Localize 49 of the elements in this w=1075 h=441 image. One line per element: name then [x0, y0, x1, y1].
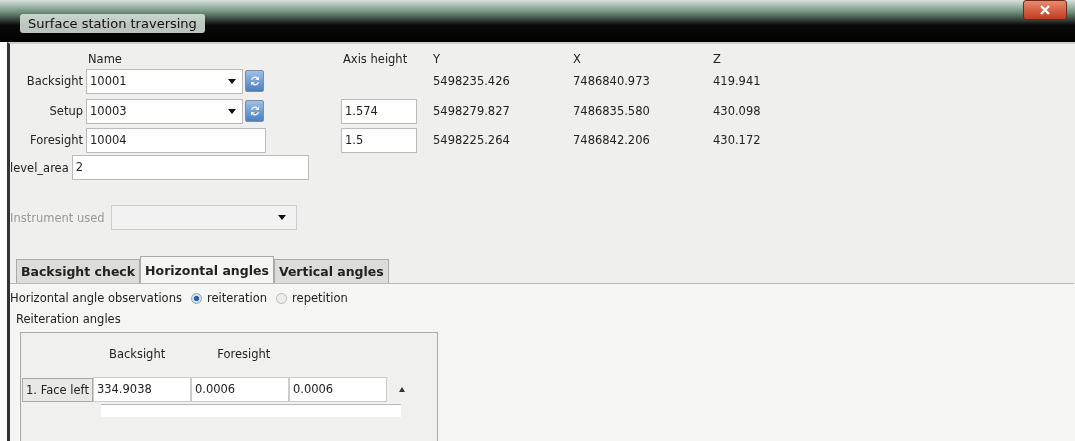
coordinate-value: 7486835.580 [572, 104, 651, 118]
name-combo[interactable]: 10001 [86, 68, 243, 94]
dropdown-icon [228, 108, 236, 114]
radio-button[interactable]: reiteration [190, 291, 268, 305]
column-header: X [572, 52, 582, 66]
dropdown-icon [277, 215, 286, 220]
coordinate-value: 5498279.827 [432, 104, 511, 118]
refresh-icon [248, 75, 261, 87]
axis-height-field[interactable]: 1.5 [341, 127, 417, 153]
field-label: Horizontal angle observations [10, 291, 182, 305]
dropdown-icon [228, 78, 236, 84]
coordinate-value: 430.172 [712, 133, 762, 147]
angle-cell[interactable]: 334.9038 [92, 377, 191, 402]
column-header: Name [87, 52, 123, 66]
scroll-up-icon [398, 387, 405, 392]
refresh-icon [248, 105, 261, 117]
column-header: Y [432, 52, 442, 66]
tab[interactable]: Vertical angles [273, 259, 389, 283]
radio-button[interactable]: repetition [276, 291, 348, 305]
field-label: Instrument used [10, 210, 105, 225]
close-button[interactable] [1023, 0, 1067, 20]
column-header: Axis height [342, 52, 409, 66]
angle-cell[interactable]: 0.0006 [190, 377, 289, 402]
name-field[interactable]: 10004 [86, 127, 266, 153]
field-label: level_area [10, 160, 69, 175]
coordinate-value: 7486840.973 [572, 74, 651, 88]
coordinate-value: 419.941 [712, 74, 762, 88]
field-label: Foresight [28, 133, 84, 147]
coordinate-value: 5498225.264 [432, 133, 511, 147]
column-header: Backsight [109, 347, 166, 363]
tab[interactable]: Horizontal angles [140, 256, 274, 283]
coordinate-value: 7486842.206 [572, 133, 651, 147]
level-area-field[interactable]: 2 [71, 155, 309, 180]
coordinate-value: 430.098 [712, 104, 762, 118]
axis-height-field[interactable]: 1.574 [341, 98, 417, 124]
section-title: Reiteration angles [15, 311, 122, 328]
column-header: Z [712, 52, 722, 66]
column-header: Foresight [217, 347, 271, 363]
refresh-button[interactable] [245, 100, 264, 122]
field-label: Setup [48, 104, 84, 118]
close-icon [1039, 5, 1051, 15]
angle-cell[interactable]: 0.0006 [288, 377, 387, 402]
tab[interactable]: Backsight check [16, 259, 141, 283]
coordinate-value: 5498235.426 [432, 74, 511, 88]
row-header[interactable]: 1. Face left [22, 377, 93, 402]
name-combo[interactable]: 10003 [86, 98, 243, 124]
field-label: Backsight [25, 74, 84, 88]
window-title: Surface station traversing [20, 14, 205, 33]
refresh-button[interactable] [245, 70, 264, 92]
